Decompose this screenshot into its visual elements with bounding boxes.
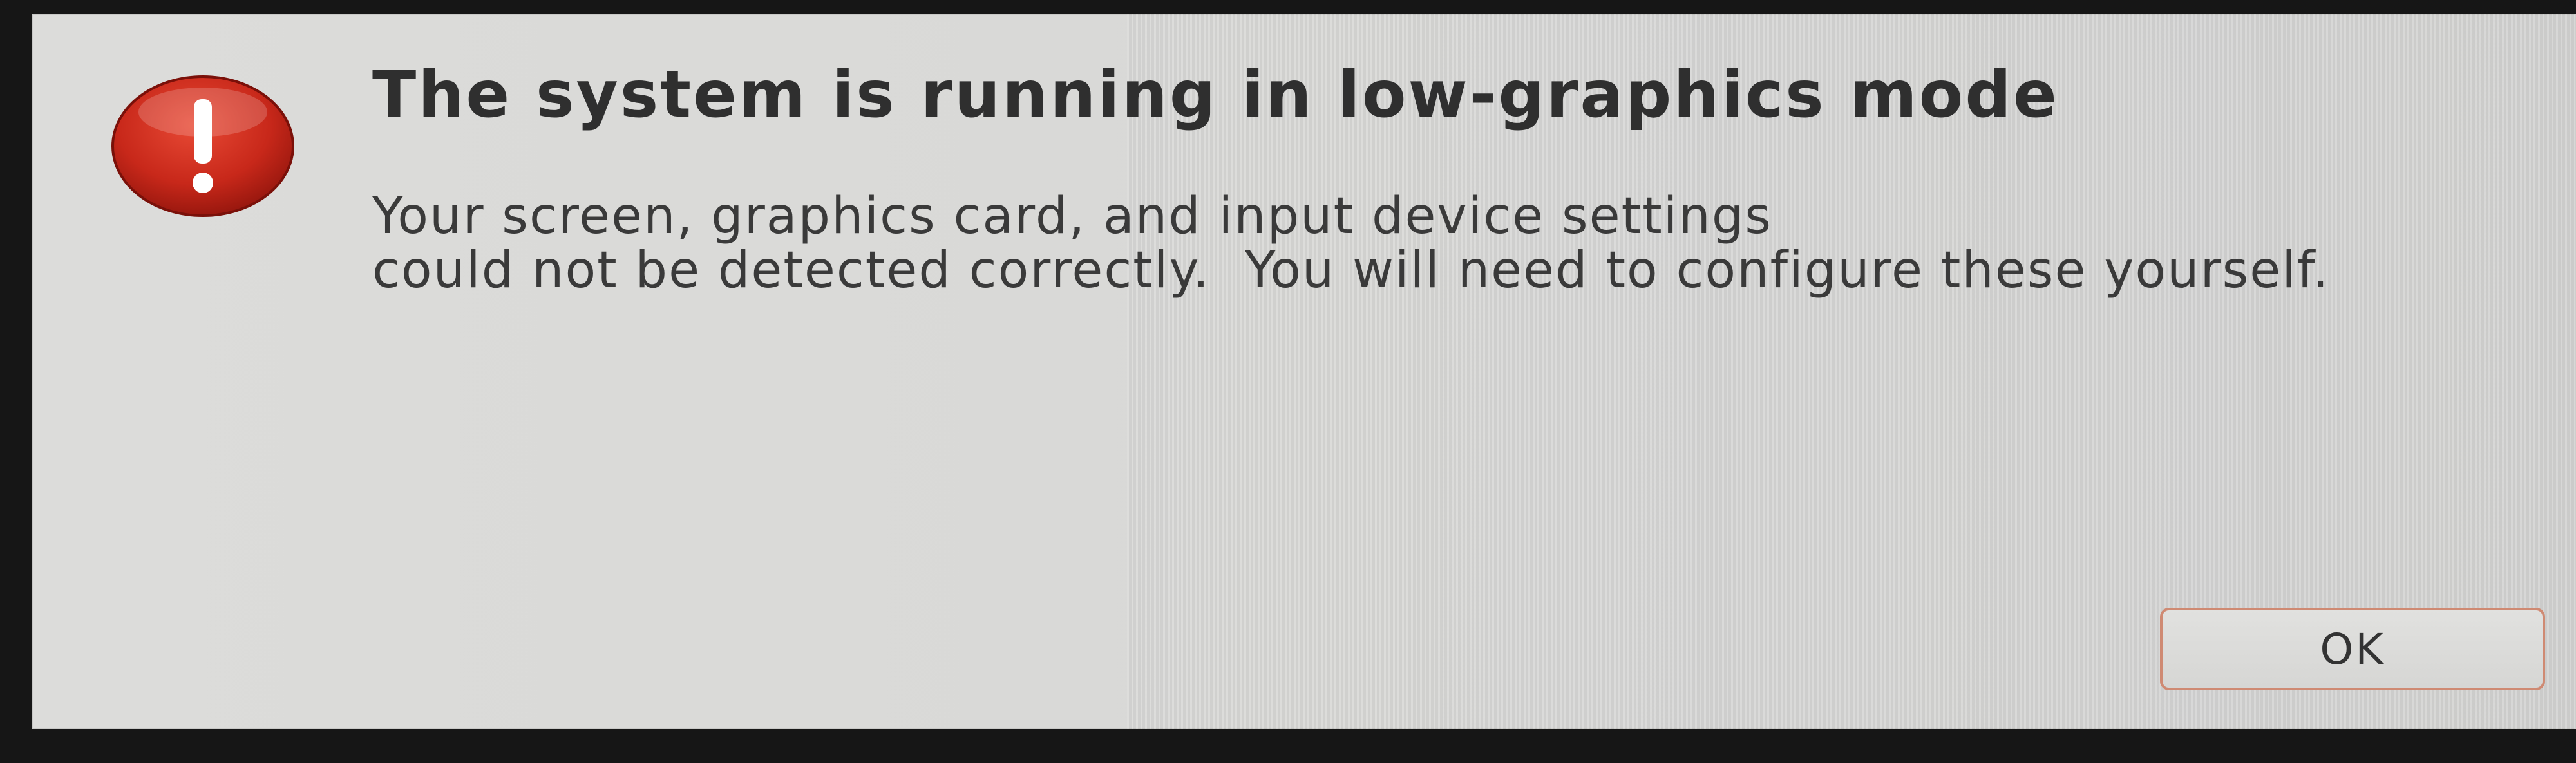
- dialog-message-line-1: Your screen, graphics card, and input de…: [372, 187, 1772, 245]
- dialog-message: Your screen, graphics card, and input de…: [372, 189, 2330, 297]
- screen: The system is running in low-graphics mo…: [0, 0, 2576, 763]
- low-graphics-dialog: The system is running in low-graphics mo…: [32, 14, 2576, 729]
- error-exclamation-icon: [109, 72, 296, 220]
- ok-button[interactable]: OK: [2160, 608, 2545, 690]
- dialog-title: The system is running in low-graphics mo…: [372, 57, 2059, 132]
- dialog-message-line-2: could not be detected correctly. You wil…: [372, 241, 2330, 299]
- ok-button-label: OK: [2320, 624, 2385, 674]
- error-exclamation-icon-graphic: [111, 75, 294, 217]
